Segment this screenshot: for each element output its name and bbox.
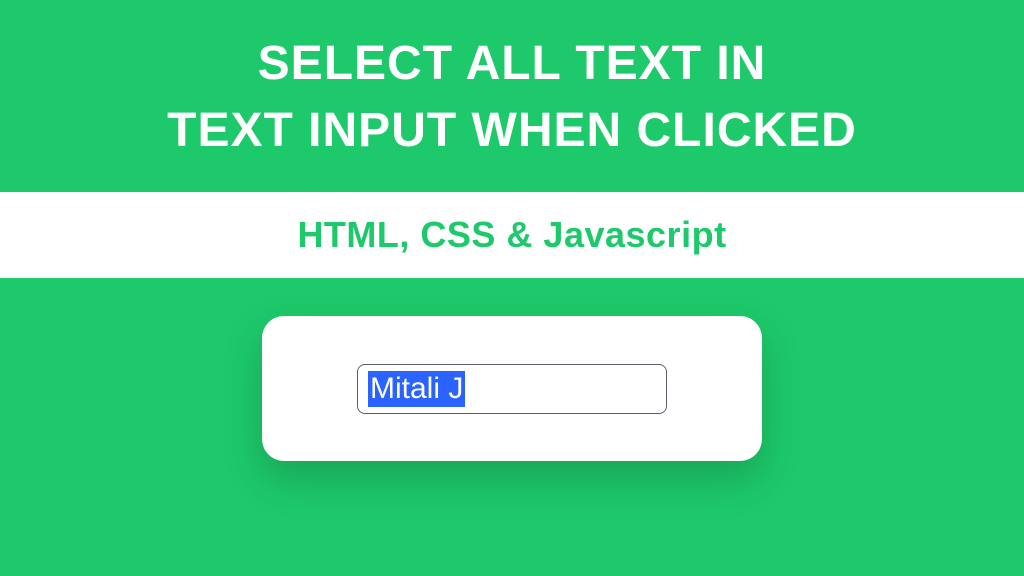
title-container: SELECT ALL TEXT IN TEXT INPUT WHEN CLICK…: [0, 0, 1024, 164]
text-input[interactable]: Mitali J: [357, 364, 667, 414]
subtitle-band: HTML, CSS & Javascript: [0, 192, 1024, 278]
selected-text: Mitali J: [368, 371, 465, 407]
page-title-line2: TEXT INPUT WHEN CLICKED: [0, 97, 1024, 164]
demo-area: Mitali J: [0, 316, 1024, 461]
demo-card: Mitali J: [262, 316, 762, 461]
page-title-line1: SELECT ALL TEXT IN: [0, 30, 1024, 97]
subtitle-text: HTML, CSS & Javascript: [0, 214, 1024, 256]
